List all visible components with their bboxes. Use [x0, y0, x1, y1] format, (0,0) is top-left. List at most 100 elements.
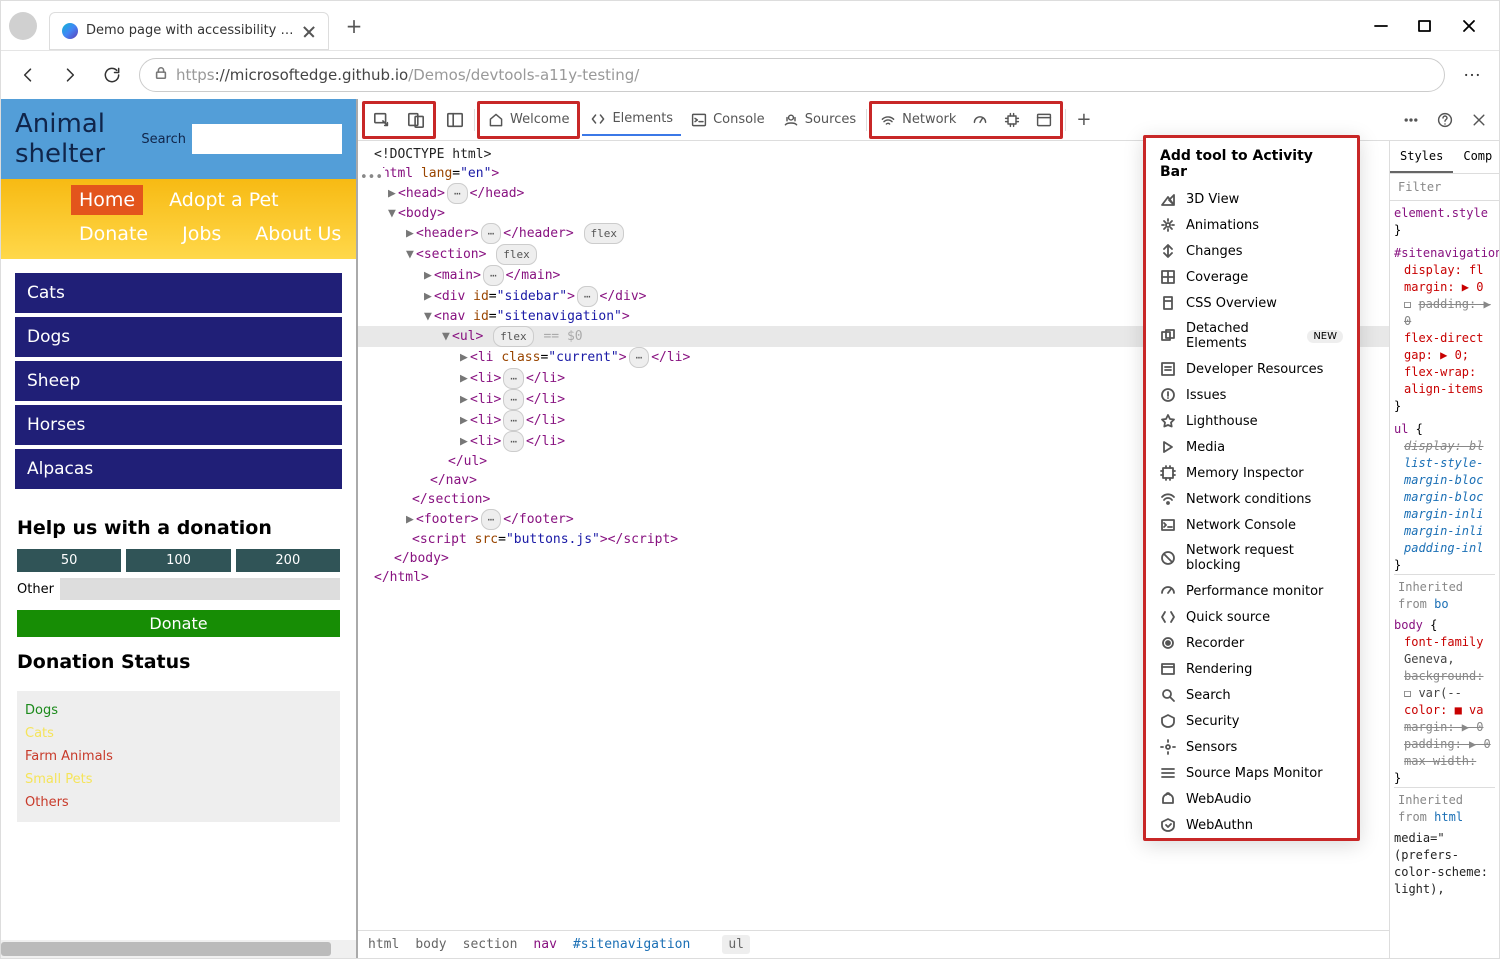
donation-amounts: 50 100 200: [1, 549, 356, 572]
status-farm: Farm Animals: [25, 745, 332, 768]
tool-security[interactable]: Security: [1146, 708, 1357, 734]
donate-button[interactable]: Donate: [17, 610, 340, 637]
inspect-icon[interactable]: [365, 104, 399, 136]
tool-memory-inspector[interactable]: Memory Inspector: [1146, 460, 1357, 486]
tab-elements[interactable]: Elements: [582, 104, 681, 136]
dom-gutter-dots[interactable]: •••: [358, 168, 385, 187]
tool-quick-source[interactable]: Quick source: [1146, 604, 1357, 630]
donation-status-heading: Donation Status: [1, 641, 356, 683]
nav-home[interactable]: Home: [71, 185, 143, 215]
maximize-icon[interactable]: [1418, 19, 1432, 33]
tool-animations[interactable]: Animations: [1146, 212, 1357, 238]
title-bar: Demo page with accessibility issu +: [1, 1, 1499, 51]
donation-status-box: Dogs Cats Farm Animals Small Pets Others: [17, 691, 340, 822]
tool-source-maps-monitor[interactable]: Source Maps Monitor: [1146, 760, 1357, 786]
tool-network-conditions[interactable]: Network conditions: [1146, 486, 1357, 512]
tool-detached-elements[interactable]: Detached ElementsNEW: [1146, 316, 1357, 356]
tool-lighthouse[interactable]: Lighthouse: [1146, 408, 1357, 434]
close-window-icon[interactable]: [1462, 19, 1476, 33]
status-others: Others: [25, 791, 332, 814]
tool-performance-monitor[interactable]: Performance monitor: [1146, 578, 1357, 604]
new-tab-button[interactable]: +: [339, 11, 369, 41]
tab-title: Demo page with accessibility issu: [86, 23, 294, 38]
url-input[interactable]: https://microsoftedge.github.io/Demos/de…: [139, 58, 1445, 92]
nav-about[interactable]: About Us: [247, 219, 349, 249]
tool-3d-view[interactable]: 3D View: [1146, 186, 1357, 212]
forward-button[interactable]: [55, 60, 85, 90]
tab-sources[interactable]: Sources: [775, 104, 864, 136]
breadcrumb[interactable]: htmlbodysectionnav#sitenavigationul: [358, 930, 1389, 958]
tool-network-console[interactable]: Network Console: [1146, 512, 1357, 538]
status-cats: Cats: [25, 722, 332, 745]
lock-icon: [154, 66, 168, 84]
minimize-icon[interactable]: [1374, 19, 1388, 33]
edge-favicon: [62, 23, 78, 39]
tool-recorder[interactable]: Recorder: [1146, 630, 1357, 656]
browser-tab[interactable]: Demo page with accessibility issu: [49, 12, 329, 50]
amount-200[interactable]: 200: [236, 549, 340, 572]
search-input[interactable]: [192, 124, 342, 154]
popup-title: Add tool to Activity Bar: [1146, 138, 1357, 186]
status-small: Small Pets: [25, 768, 332, 791]
search-label: Search: [141, 132, 186, 147]
cat-alpacas[interactable]: Alpacas: [15, 449, 342, 489]
amount-100[interactable]: 100: [126, 549, 230, 572]
status-dogs: Dogs: [25, 699, 332, 722]
horizontal-scrollbar[interactable]: [1, 940, 356, 958]
profile-avatar[interactable]: [9, 12, 37, 40]
other-label: Other: [17, 582, 54, 597]
tool-css-overview[interactable]: CSS Overview: [1146, 290, 1357, 316]
cat-dogs[interactable]: Dogs: [15, 317, 342, 357]
page-header: Animal shelter Search: [1, 99, 356, 179]
application-icon[interactable]: [1028, 104, 1060, 136]
tool-coverage[interactable]: Coverage: [1146, 264, 1357, 290]
tool-webauthn[interactable]: WebAuthn: [1146, 812, 1357, 838]
url-text: https://microsoftedge.github.io/Demos/de…: [176, 66, 639, 84]
styles-body: element.style } #sitenavigation display:…: [1390, 201, 1499, 958]
cat-horses[interactable]: Horses: [15, 405, 342, 445]
close-tab-icon[interactable]: [302, 24, 316, 38]
main-nav: Home Adopt a Pet Donate Jobs About Us: [1, 179, 356, 259]
help-icon[interactable]: [1429, 104, 1461, 136]
tool-rendering[interactable]: Rendering: [1146, 656, 1357, 682]
cat-cats[interactable]: Cats: [15, 273, 342, 313]
refresh-button[interactable]: [97, 60, 127, 90]
category-sidebar: Cats Dogs Sheep Horses Alpacas: [1, 259, 356, 507]
nav-jobs[interactable]: Jobs: [174, 219, 229, 249]
performance-icon[interactable]: [964, 104, 996, 136]
tool-issues[interactable]: Issues: [1146, 382, 1357, 408]
tool-webaudio[interactable]: WebAudio: [1146, 786, 1357, 812]
back-button[interactable]: [13, 60, 43, 90]
styles-tab[interactable]: Styles: [1390, 141, 1453, 173]
add-tool-button[interactable]: +: [1068, 104, 1099, 136]
tool-search[interactable]: Search: [1146, 682, 1357, 708]
settings-icon[interactable]: [1457, 60, 1487, 90]
address-bar: https://microsoftedge.github.io/Demos/de…: [1, 51, 1499, 99]
other-amount-row: Other: [1, 572, 356, 606]
filter-input[interactable]: Filter: [1390, 174, 1499, 201]
dock-icon[interactable]: [438, 104, 472, 136]
tool-sensors[interactable]: Sensors: [1146, 734, 1357, 760]
styles-pane[interactable]: Styles Comp Filter element.style } #site…: [1389, 141, 1499, 958]
rendered-page: Animal shelter Search Home Adopt a Pet D…: [1, 99, 356, 958]
close-devtools-icon[interactable]: [1463, 104, 1495, 136]
more-tools-icon[interactable]: [1395, 104, 1427, 136]
donation-heading: Help us with a donation: [1, 507, 356, 549]
tool-media[interactable]: Media: [1146, 434, 1357, 460]
nav-adopt[interactable]: Adopt a Pet: [161, 185, 287, 215]
device-toggle-icon[interactable]: [399, 104, 433, 136]
memory-icon[interactable]: [996, 104, 1028, 136]
cat-sheep[interactable]: Sheep: [15, 361, 342, 401]
tool-developer-resources[interactable]: Developer Resources: [1146, 356, 1357, 382]
tab-console[interactable]: Console: [683, 104, 773, 136]
computed-tab[interactable]: Comp: [1453, 141, 1499, 173]
add-tool-popup: Add tool to Activity Bar 3D ViewAnimatio…: [1143, 135, 1360, 841]
tool-network-request-blocking[interactable]: Network request blocking: [1146, 538, 1357, 578]
site-title: Animal shelter: [15, 109, 135, 169]
amount-50[interactable]: 50: [17, 549, 121, 572]
tool-changes[interactable]: Changes: [1146, 238, 1357, 264]
other-amount-input[interactable]: [60, 578, 340, 600]
tab-welcome[interactable]: Welcome: [480, 104, 577, 136]
nav-donate[interactable]: Donate: [71, 219, 156, 249]
tab-network[interactable]: Network: [872, 104, 964, 136]
